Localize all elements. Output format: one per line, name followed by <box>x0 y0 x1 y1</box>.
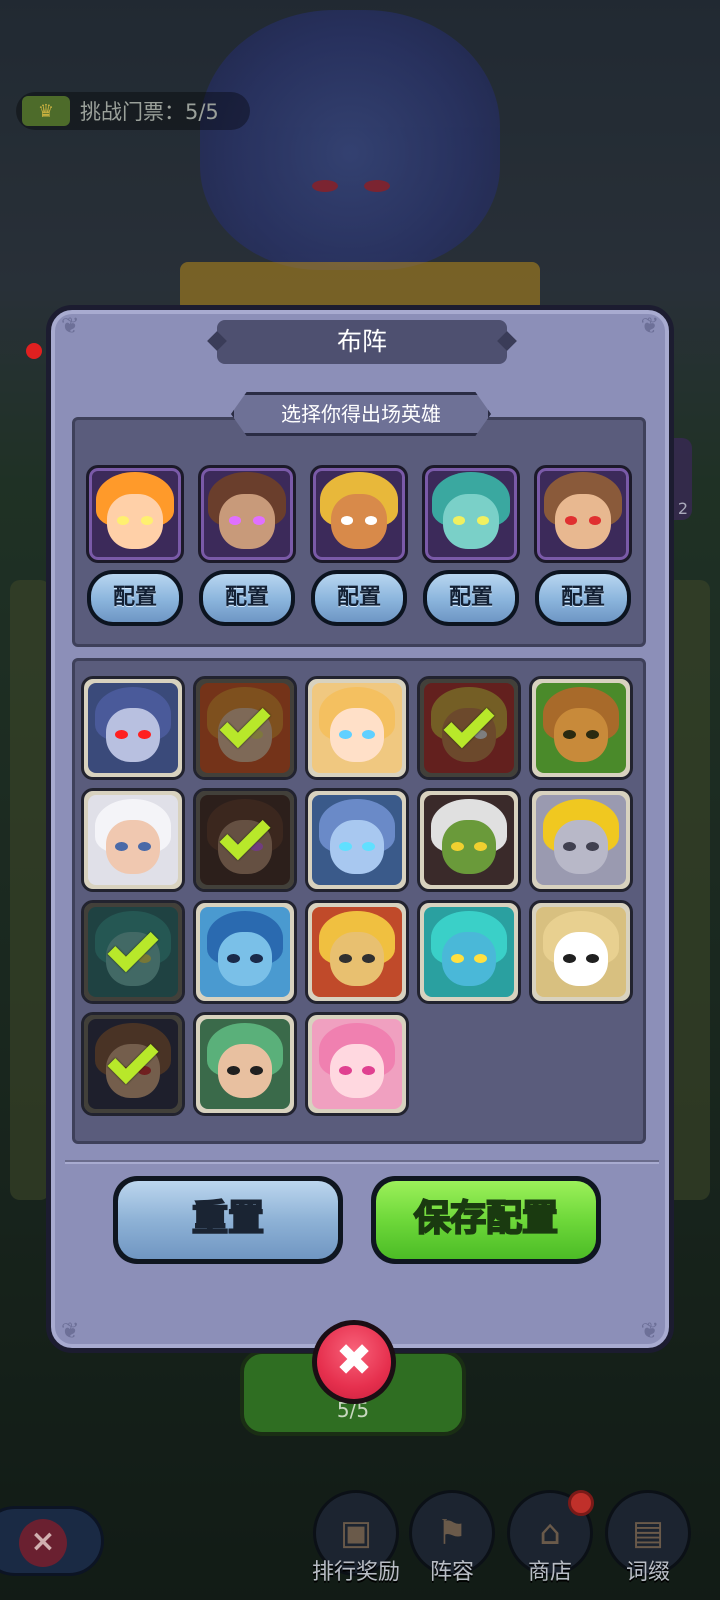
divider <box>65 1160 659 1164</box>
hero-card-tree-ent[interactable] <box>529 676 633 780</box>
hero-portrait <box>536 907 626 997</box>
lineup-slot-hooded-assassin[interactable] <box>198 465 296 563</box>
hero-card-fish-warrior[interactable] <box>417 900 521 1004</box>
hero-card-goggle-mechanic[interactable] <box>305 900 409 1004</box>
hero-card-panda-monk[interactable] <box>529 900 633 1004</box>
hero-portrait <box>200 1019 290 1109</box>
corner-ornament: ❦ <box>61 314 80 339</box>
hero-card-golden-warrior[interactable] <box>417 676 521 780</box>
config-label: 配置 <box>315 574 403 622</box>
nav-affixes[interactable]: ▤ 词缀 <box>604 1490 692 1586</box>
nav-lineup[interactable]: ⚑ 阵容 <box>408 1490 496 1586</box>
hero-card-owl-druid[interactable] <box>81 900 185 1004</box>
nav-shop[interactable]: ⌂ 商店 <box>506 1490 594 1586</box>
dialog-title: 布阵 <box>217 320 507 364</box>
hero-card-dark-elf-ranger[interactable] <box>81 676 185 780</box>
hero-card-pink-fox-girl[interactable] <box>305 1012 409 1116</box>
save-config-button[interactable]: 保存配置 <box>371 1176 601 1264</box>
notification-dot <box>26 343 42 359</box>
config-label: 配置 <box>203 574 291 622</box>
lineup-slot-monkey-king[interactable] <box>534 465 632 563</box>
corner-ornament: ❦ <box>640 1319 659 1344</box>
hero-card-ice-lich-king[interactable] <box>305 788 409 892</box>
hero-portrait <box>424 907 514 997</box>
hero-card-fire-spirit[interactable] <box>193 676 297 780</box>
hero-portrait <box>312 683 402 773</box>
shop-badge <box>568 1490 594 1516</box>
hero-portrait <box>536 795 626 885</box>
hero-card-old-wizard[interactable] <box>81 788 185 892</box>
config-button[interactable]: 配置 <box>87 570 183 626</box>
reset-button[interactable]: 重置 <box>113 1176 343 1264</box>
hero-card-blue-troll[interactable] <box>193 900 297 1004</box>
hero-portrait <box>88 795 178 885</box>
hero-portrait <box>312 1019 402 1109</box>
boss-monster-image <box>200 10 500 270</box>
close-icon: ✖ <box>317 1325 391 1399</box>
formation-dialog: ❦ ❦ ❦ ❦ 布阵 选择你得出场英雄 配置 配置 配置 配置 配置 重置 保存… <box>46 305 674 1353</box>
config-button[interactable]: 配置 <box>199 570 295 626</box>
corner-ornament: ❦ <box>640 314 659 339</box>
bottom-left-toggle[interactable]: × <box>0 1506 104 1576</box>
hero-portrait <box>536 683 626 773</box>
corner-ornament: ❦ <box>61 1319 80 1344</box>
close-icon: × <box>19 1519 67 1567</box>
hero-portrait <box>88 683 178 773</box>
hero-card-blonde-priestess[interactable] <box>305 676 409 780</box>
hero-portrait <box>424 795 514 885</box>
crown-icon: ♛ <box>22 96 70 126</box>
hero-portrait <box>200 907 290 997</box>
config-label: 配置 <box>427 574 515 622</box>
close-dialog-button[interactable]: ✖ <box>312 1320 396 1404</box>
ticket-label: 挑战门票：5/5 <box>80 100 219 124</box>
hero-portrait <box>312 795 402 885</box>
hero-card-hooded-assassin[interactable] <box>193 788 297 892</box>
nav-ranking-rewards[interactable]: ▣ 排行奖励 <box>312 1490 400 1586</box>
challenge-ticket-counter: ♛ 挑战门票：5/5 <box>16 92 250 130</box>
hero-card-goblin-shaman[interactable] <box>417 788 521 892</box>
config-button[interactable]: 配置 <box>535 570 631 626</box>
lineup-slot-owl-druid[interactable] <box>422 465 520 563</box>
config-button[interactable]: 配置 <box>423 570 519 626</box>
background-list-left <box>10 580 50 1200</box>
lineup-slot-golden-warrior[interactable] <box>310 465 408 563</box>
config-button[interactable]: 配置 <box>311 570 407 626</box>
hero-card-monkey-king[interactable] <box>81 1012 185 1116</box>
config-label: 配置 <box>539 574 627 622</box>
hero-card-green-hair-swordsman[interactable] <box>193 1012 297 1116</box>
hero-card-stone-golem[interactable] <box>529 788 633 892</box>
hero-portrait <box>312 907 402 997</box>
lineup-slot-fire-spirit[interactable] <box>86 465 184 563</box>
config-label: 配置 <box>91 574 179 622</box>
select-heroes-heading: 选择你得出场英雄 <box>231 392 491 436</box>
